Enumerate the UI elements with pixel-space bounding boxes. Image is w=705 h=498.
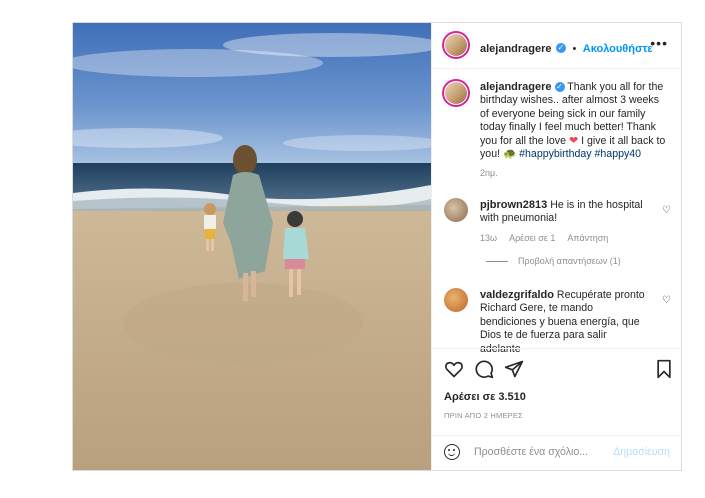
caption-avatar[interactable]	[442, 79, 470, 107]
comment-author[interactable]: pjbrown2813	[480, 199, 547, 211]
header-author-row: alejandragere ✓ • Ακολουθήστε	[480, 39, 653, 57]
publish-button[interactable]: Δημοσίευση	[613, 446, 670, 458]
caption-verified-icon: ✓	[554, 82, 565, 93]
verified-icon: ✓	[556, 42, 566, 53]
comment-like-heart-icon[interactable]: ♡	[662, 295, 671, 306]
like-heart-icon[interactable]	[444, 359, 464, 379]
comment-author[interactable]: valdezgrifaldo	[480, 289, 554, 301]
comment-avatar[interactable]	[444, 198, 468, 222]
emoji-icon[interactable]	[444, 444, 460, 460]
share-send-icon[interactable]	[504, 359, 524, 379]
header-separator: •	[572, 43, 577, 55]
post-date[interactable]: ΠΡΙΝ ΑΠΟ 2 ΗΜΕΡΕΣ	[444, 411, 523, 420]
author-avatar[interactable]	[442, 31, 470, 59]
comment-avatar[interactable]	[444, 288, 468, 312]
comment-like-heart-icon[interactable]: ♡	[662, 205, 671, 216]
action-bar: Αρέσει σε 3.510 ΠΡΙΝ ΑΠΟ 2 ΗΜΕΡΕΣ	[432, 348, 682, 448]
caption-hashtags[interactable]: #happybirthday #happy40	[519, 148, 641, 160]
reply-button[interactable]: Απάντηση	[567, 233, 608, 243]
comment-time[interactable]: 13ω	[480, 233, 497, 243]
more-options-icon[interactable]: •••	[650, 35, 668, 51]
post-sidebar: alejandragere ✓ • Ακολουθήστε ••• alejan…	[431, 23, 682, 470]
view-replies[interactable]: Προβολή απαντήσεων (1)	[486, 256, 621, 266]
caption-author[interactable]: alejandragere	[480, 81, 552, 93]
author-username[interactable]: alejandragere	[480, 43, 552, 55]
comment-icon[interactable]	[474, 359, 494, 379]
post-photo[interactable]	[73, 23, 431, 470]
likes-count[interactable]: Αρέσει σε 3.510	[444, 391, 526, 403]
save-bookmark-icon[interactable]	[654, 359, 674, 379]
red-heart-emoji: ❤	[568, 134, 579, 147]
post-header: alejandragere ✓ • Ακολουθήστε •••	[432, 23, 682, 69]
beach-photo	[73, 23, 431, 470]
follow-button[interactable]: Ακολουθήστε	[583, 43, 653, 55]
view-replies-divider	[486, 261, 508, 263]
instagram-post: alejandragere ✓ • Ακολουθήστε ••• alejan…	[72, 22, 682, 471]
comment-1: pjbrown2813 He is in the hospital with p…	[480, 199, 650, 245]
add-comment-bar: Προσθέστε ένα σχόλιο... Δημοσίευση	[432, 435, 682, 470]
caption-time[interactable]: 2nμ.	[480, 167, 670, 180]
post-caption: alejandragere ✓ Thank you all for the bi…	[480, 81, 670, 181]
comment-input[interactable]: Προσθέστε ένα σχόλιο...	[474, 446, 588, 458]
comment-meta: 13ω Αρέσει σε 1 Απάντηση	[480, 232, 650, 245]
turtle-emoji: 🐢	[502, 148, 517, 161]
comment-likes[interactable]: Αρέσει σε 1	[509, 233, 555, 243]
comment-2: valdezgrifaldo Recupérate pronto Richard…	[480, 289, 650, 356]
view-replies-label[interactable]: Προβολή απαντήσεων (1)	[518, 256, 621, 266]
